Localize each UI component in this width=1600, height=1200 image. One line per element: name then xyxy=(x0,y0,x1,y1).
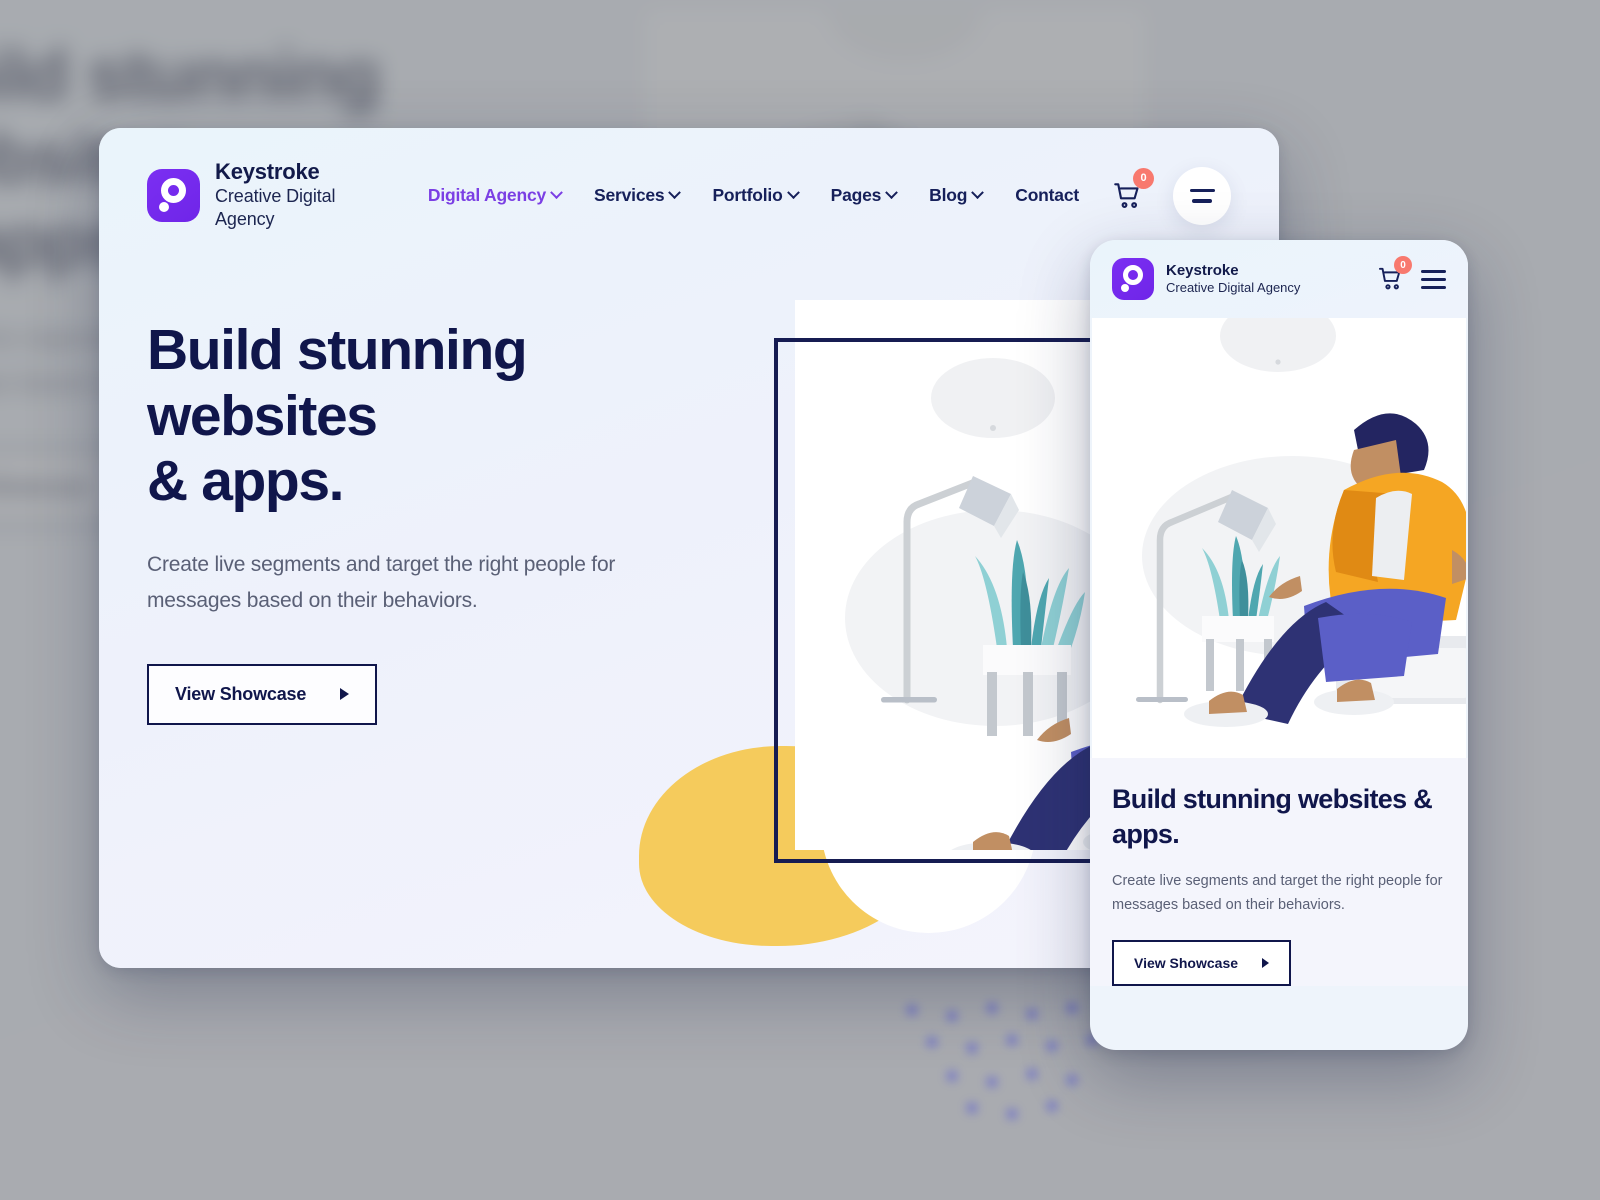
nav-label: Pages xyxy=(830,185,882,205)
mobile-header-actions: 0 xyxy=(1378,256,1446,292)
mobile-body: Build stunning websites & apps. Create l… xyxy=(1090,758,1468,986)
chevron-down-icon xyxy=(971,186,985,200)
cart-badge: 0 xyxy=(1133,167,1154,189)
subtext-line-1: Create live segments and target the righ… xyxy=(147,552,616,576)
nav-item-services[interactable]: Services xyxy=(594,185,682,206)
mobile-brand-text: Keystroke Creative Digital Agency xyxy=(1166,262,1300,297)
man-sitting-with-lamp-and-plant-illustration xyxy=(1136,318,1466,727)
subtext-line-2: messages based on their behaviors. xyxy=(147,588,478,612)
mobile-brand-name: Keystroke xyxy=(1166,261,1239,279)
chevron-down-icon xyxy=(668,186,682,200)
mobile-view-showcase-button[interactable]: View Showcase xyxy=(1112,939,1292,986)
mobile-cta-label: View Showcase xyxy=(1134,954,1239,971)
mobile-cart-badge: 0 xyxy=(1394,256,1412,274)
nav-item-pages[interactable]: Pages xyxy=(830,185,899,206)
brand-text: Keystroke Creative Digital Agency xyxy=(215,159,351,232)
brand-tagline: Creative Digital Agency xyxy=(215,186,336,230)
nav-label: Contact xyxy=(1015,185,1079,205)
view-showcase-button[interactable]: View Showcase xyxy=(147,663,378,725)
cta-label: View Showcase xyxy=(175,683,307,704)
main-navigation: Digital Agency Services Portfolio Pages … xyxy=(428,185,1079,206)
chevron-down-icon xyxy=(550,186,563,200)
hamburger-menu-icon[interactable] xyxy=(1421,269,1446,289)
nav-item-digital-agency[interactable]: Digital Agency xyxy=(427,185,563,206)
keystroke-logo-icon xyxy=(147,168,200,222)
play-triangle-icon xyxy=(340,688,350,701)
nav-item-blog[interactable]: Blog xyxy=(929,185,985,206)
chevron-down-icon xyxy=(786,186,800,200)
nav-item-portfolio[interactable]: Portfolio xyxy=(712,185,800,206)
title-line-2: & apps. xyxy=(147,449,344,514)
mobile-subtext-line-1: Create live segments and target the righ… xyxy=(1112,873,1443,890)
mobile-cart-button[interactable]: 0 xyxy=(1378,256,1412,292)
mobile-page-title: Build stunning websites & apps. xyxy=(1112,782,1446,851)
mobile-subtext: Create live segments and target the righ… xyxy=(1112,869,1446,918)
chevron-down-icon xyxy=(885,186,899,200)
hero-subtext: Create live segments and target the righ… xyxy=(147,547,707,619)
brand-logo-group[interactable]: Keystroke Creative Digital Agency xyxy=(147,159,351,232)
mobile-title-line-2: apps. xyxy=(1112,818,1180,849)
mobile-illustration xyxy=(1092,318,1466,758)
page-title: Build stunning websites & apps. xyxy=(147,318,759,515)
nav-label: Portfolio xyxy=(712,185,783,205)
hero-copy: Build stunning websites & apps. Create l… xyxy=(99,263,759,725)
mobile-subtext-line-2: messages based on their behaviors. xyxy=(1112,897,1345,914)
mobile-header: Keystroke Creative Digital Agency 0 xyxy=(1090,240,1468,318)
cart-button[interactable]: 0 xyxy=(1113,167,1154,211)
nav-item-contact[interactable]: Contact xyxy=(1015,185,1079,206)
play-triangle-icon xyxy=(1262,957,1270,968)
mobile-brand-tagline: Creative Digital Agency xyxy=(1166,279,1301,295)
title-line-1: Build stunning websites xyxy=(147,318,528,448)
mobile-mockup-card[interactable]: Keystroke Creative Digital Agency 0 Buil… xyxy=(1090,240,1468,1050)
mobile-title-line-1: Build stunning websites & xyxy=(1112,784,1433,814)
nav-label: Services xyxy=(594,185,665,205)
nav-label: Digital Agency xyxy=(427,185,547,205)
hamburger-menu-icon[interactable] xyxy=(1173,166,1231,225)
nav-label: Blog xyxy=(929,185,968,205)
keystroke-logo-icon xyxy=(1112,258,1154,300)
header-actions: 0 xyxy=(1113,166,1231,225)
brand-name: Keystroke xyxy=(215,159,320,185)
